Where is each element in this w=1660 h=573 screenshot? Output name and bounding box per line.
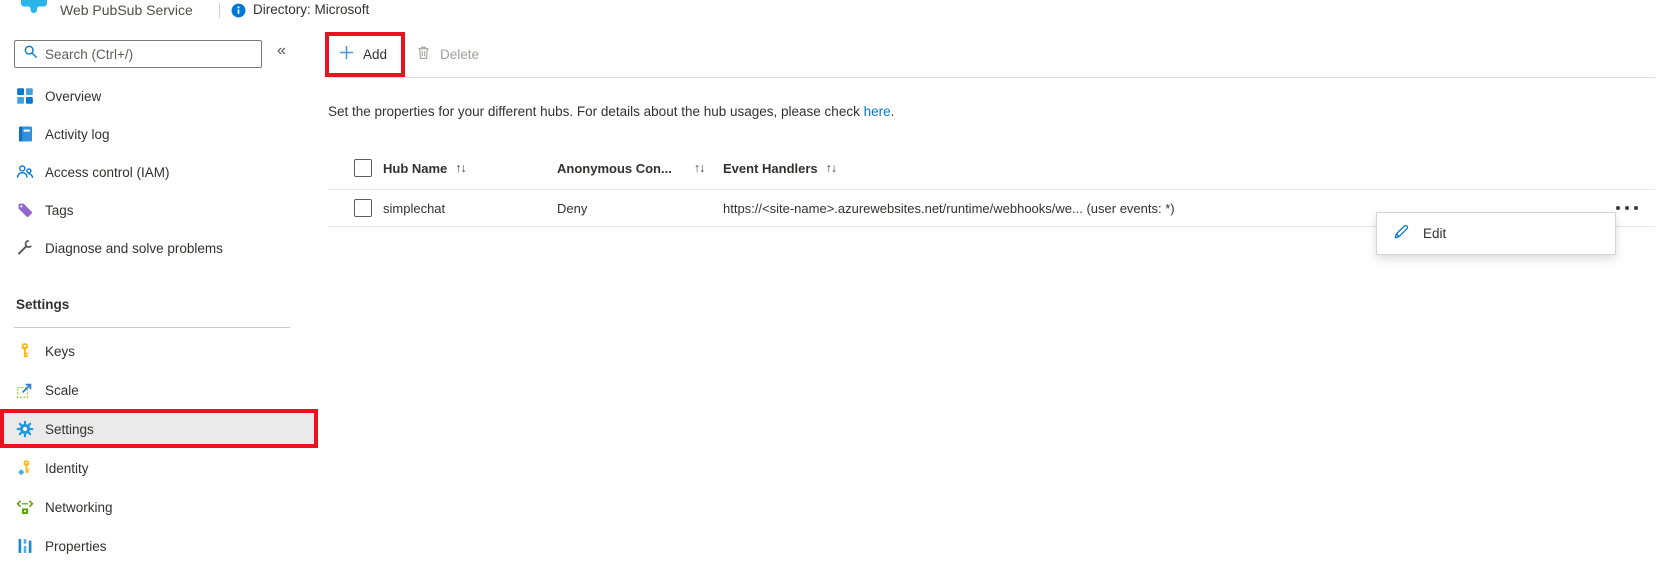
activity-log-icon: [16, 125, 34, 143]
row-checkbox[interactable]: [354, 199, 372, 217]
anonymous-connect-cell: Deny: [557, 200, 588, 216]
sidebar-item-label: Overview: [45, 88, 102, 104]
web-pubsub-logo-icon: [20, 0, 48, 14]
column-header-event-handlers[interactable]: Event Handlers ↑↓: [723, 161, 1655, 176]
event-handler-url: https://<site-name>.azurewebsites.net/ru…: [723, 200, 1175, 216]
settings-group-divider: [14, 327, 290, 328]
sidebar-item-tags[interactable]: Tags: [0, 191, 314, 229]
sidebar: « Overview Activity log Access control (…: [0, 30, 320, 573]
key-icon: [16, 342, 34, 360]
row-checkbox-cell: [328, 199, 383, 217]
gear-icon: [16, 420, 34, 438]
sidebar-item-access-control[interactable]: Access control (IAM): [0, 153, 314, 191]
header-checkbox-cell: [328, 159, 383, 177]
trash-icon: [416, 45, 431, 63]
description-period: .: [890, 104, 895, 119]
sidebar-item-keys[interactable]: Keys: [0, 332, 314, 370]
hub-name-cell: simplechat: [383, 200, 446, 216]
sidebar-item-scale[interactable]: Scale: [0, 371, 314, 409]
pencil-icon: [1392, 223, 1410, 244]
sidebar-item-properties[interactable]: Properties: [0, 527, 314, 565]
column-label: Anonymous Con...: [557, 160, 672, 176]
sort-icon[interactable]: ↑↓: [455, 161, 466, 175]
toolbar-divider: [328, 77, 1655, 78]
info-icon: [231, 3, 246, 18]
table-header-row: Hub Name ↑↓ Anonymous Con... ↑↓ Event Ha…: [328, 147, 1655, 190]
search-input[interactable]: [45, 46, 253, 62]
search-icon: [23, 44, 38, 64]
scale-icon: [16, 381, 34, 399]
sidebar-item-activity-log[interactable]: Activity log: [0, 115, 314, 153]
column-header-hub-name[interactable]: Hub Name ↑↓: [383, 161, 557, 176]
menu-item-label: Edit: [1423, 226, 1447, 241]
settings-group-header: Settings: [16, 297, 70, 312]
sidebar-item-label: Diagnose and solve problems: [45, 240, 223, 256]
wrench-icon: [16, 239, 34, 257]
sidebar-item-settings[interactable]: Settings: [0, 410, 314, 448]
properties-icon: [16, 537, 34, 555]
sidebar-item-label: Keys: [45, 343, 76, 359]
azure-portal-page: Web PubSub Service Directory: Microsoft …: [0, 0, 1660, 573]
delete-button-label: Delete: [440, 46, 480, 62]
sidebar-item-label: Properties: [45, 538, 107, 554]
add-button-label: Add: [363, 46, 388, 62]
page-title: Web PubSub Service: [60, 2, 193, 18]
description-text: Set the properties for your different hu…: [328, 104, 864, 119]
top-bar: Web PubSub Service Directory: Microsoft: [0, 0, 1660, 24]
sidebar-item-diagnose[interactable]: Diagnose and solve problems: [0, 229, 314, 267]
row-actions-ellipsis-icon[interactable]: [1616, 200, 1644, 216]
access-control-icon: [16, 163, 34, 181]
collapse-sidebar-button[interactable]: «: [277, 42, 286, 60]
sidebar-item-label: Tags: [45, 202, 74, 218]
sidebar-item-label: Access control (IAM): [45, 164, 170, 180]
identity-icon: [16, 459, 34, 477]
sort-icon[interactable]: ↑↓: [694, 161, 705, 175]
sidebar-item-label: Networking: [45, 499, 113, 515]
plus-icon: [339, 45, 354, 63]
sidebar-item-label: Identity: [45, 460, 89, 476]
sort-icon[interactable]: ↑↓: [826, 161, 837, 175]
sidebar-item-identity[interactable]: Identity: [0, 449, 314, 487]
context-menu-item-edit[interactable]: Edit: [1377, 213, 1615, 254]
sidebar-item-label: Scale: [45, 382, 79, 398]
tag-icon: [16, 201, 34, 219]
add-button[interactable]: Add: [339, 40, 387, 68]
directory-label: Directory: Microsoft: [253, 2, 370, 17]
sidebar-item-overview[interactable]: Overview: [0, 77, 314, 115]
sidebar-search-box[interactable]: [14, 40, 262, 68]
column-label: Hub Name: [383, 160, 448, 176]
column-label: Event Handlers: [723, 160, 818, 176]
row-context-menu: Edit: [1376, 212, 1616, 255]
delete-button[interactable]: Delete: [416, 40, 479, 68]
title-divider: [219, 3, 220, 18]
networking-icon: [16, 498, 34, 516]
overview-icon: [16, 87, 34, 105]
sidebar-item-label: Settings: [45, 421, 94, 437]
sidebar-item-networking[interactable]: Networking: [0, 488, 314, 526]
select-all-checkbox[interactable]: [354, 159, 372, 177]
hub-description-text: Set the properties for your different hu…: [328, 104, 894, 119]
main-content: Add Delete Set the properties for your d…: [325, 30, 1658, 573]
column-header-anonymous-connect[interactable]: Anonymous Con... ↑↓: [557, 161, 723, 176]
sidebar-item-label: Activity log: [45, 126, 110, 142]
here-link[interactable]: here: [864, 104, 891, 119]
